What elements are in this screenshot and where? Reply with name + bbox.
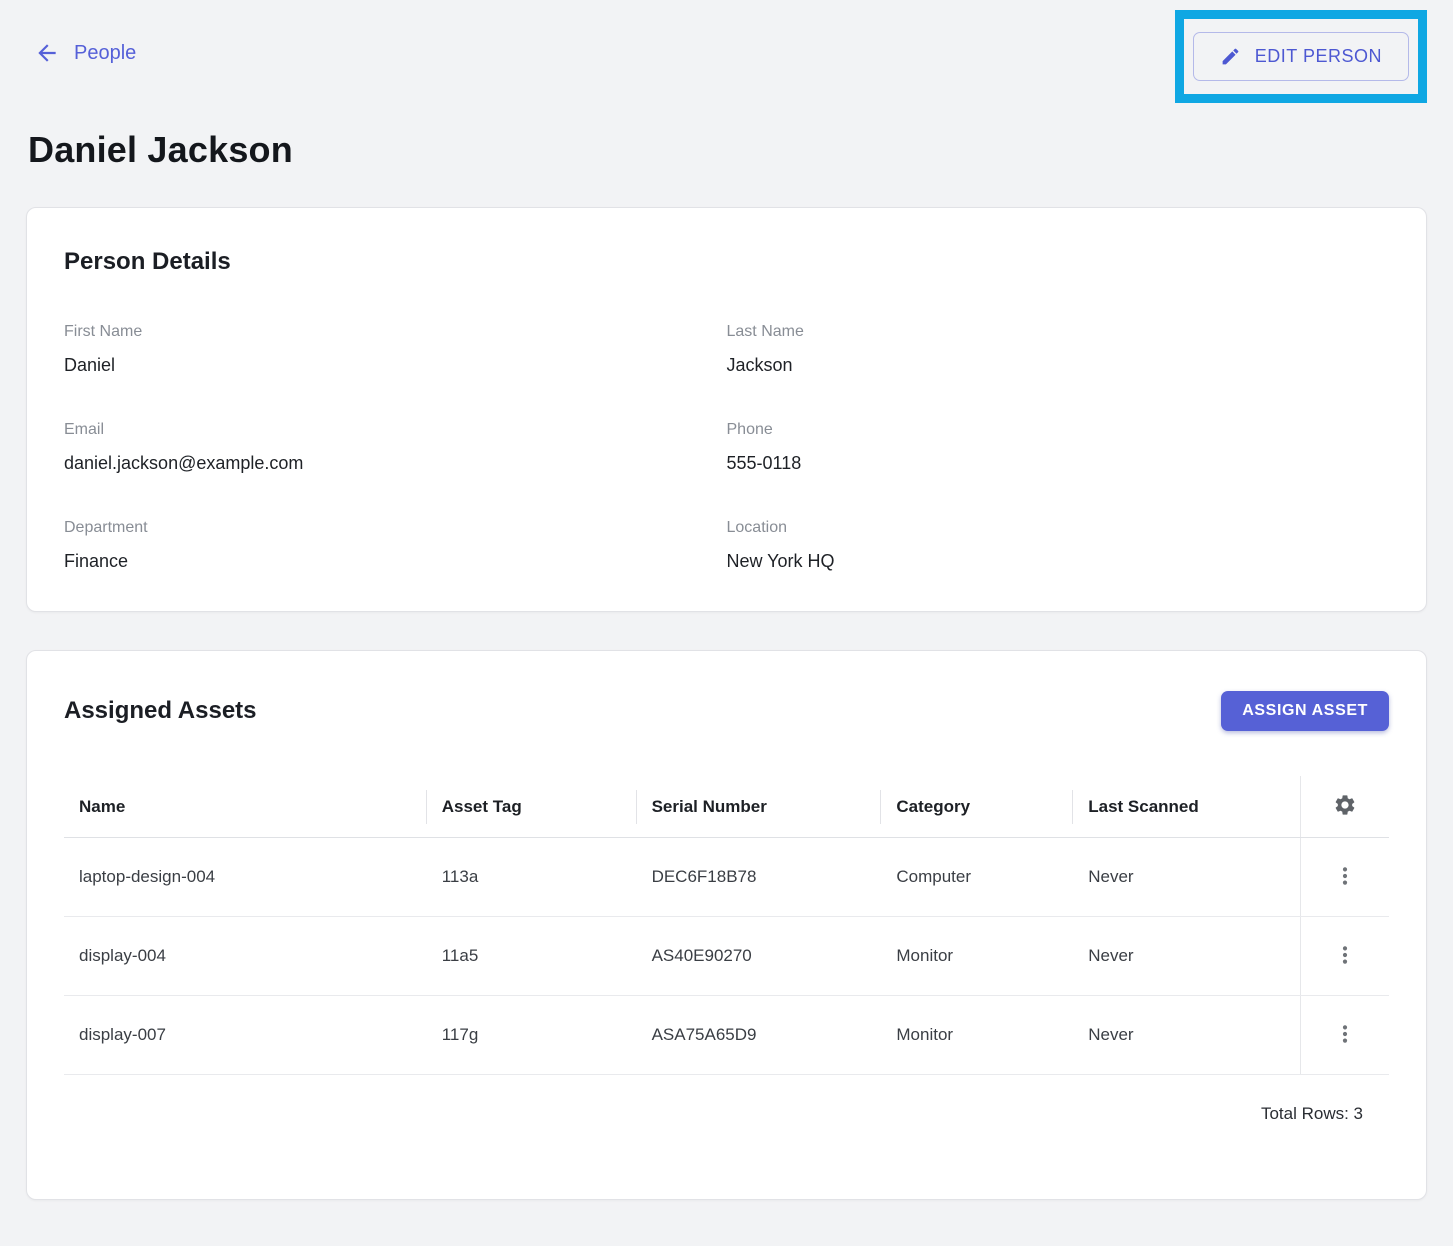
row-actions-cell [1300,838,1389,916]
kebab-menu-icon [1333,864,1357,891]
field-last-name: Last Name Jackson [727,322,1390,378]
field-value: New York HQ [727,548,1390,574]
cell-name: laptop-design-004 [64,867,426,887]
table-row: laptop-design-004 113a DEC6F18B78 Comput… [64,838,1389,917]
field-label: First Name [64,322,727,342]
assets-table: Name Asset Tag Serial Number Category La… [64,776,1389,1153]
cell-category: Monitor [880,1025,1072,1045]
field-label: Last Name [727,322,1390,342]
cell-name: display-007 [64,1025,426,1045]
field-department: Department Finance [64,518,727,574]
field-value: daniel.jackson@example.com [64,450,727,476]
person-details-card: Person Details First Name Daniel Last Na… [26,207,1427,612]
column-header-category[interactable]: Category [880,776,1072,837]
edit-person-button-label: EDIT PERSON [1255,46,1382,67]
column-header-name[interactable]: Name [64,776,426,837]
assets-table-header: Name Asset Tag Serial Number Category La… [64,776,1389,838]
column-settings-button[interactable] [1325,787,1365,827]
cell-category: Monitor [880,946,1072,966]
back-to-people-link[interactable]: People [34,40,136,66]
column-settings-cell [1300,776,1389,837]
field-label: Location [727,518,1390,538]
kebab-menu-icon [1333,943,1357,970]
cell-last-scanned: Never [1072,946,1300,966]
field-location: Location New York HQ [727,518,1390,574]
kebab-menu-icon [1333,1022,1357,1049]
cell-asset-tag: 117g [426,1025,636,1045]
table-row: display-007 117g ASA75A65D9 Monitor Neve… [64,996,1389,1075]
table-row: display-004 11a5 AS40E90270 Monitor Neve… [64,917,1389,996]
pencil-icon [1220,46,1241,67]
gear-icon [1333,793,1357,820]
total-rows-label: Total Rows: 3 [1261,1104,1363,1124]
row-actions-cell [1300,996,1389,1074]
cell-serial-number: AS40E90270 [636,946,881,966]
annotation-highlight-box: EDIT PERSON [1175,10,1427,103]
field-email: Email daniel.jackson@example.com [64,420,727,476]
cell-asset-tag: 113a [426,867,636,887]
row-menu-button[interactable] [1325,936,1365,976]
person-detail-page: People EDIT PERSON Daniel Jackson Person… [0,0,1453,1200]
field-phone: Phone 555-0118 [727,420,1390,476]
field-value: Daniel [64,352,727,378]
assign-asset-button[interactable]: ASSIGN ASSET [1221,691,1389,731]
field-label: Department [64,518,727,538]
cell-asset-tag: 11a5 [426,946,636,966]
assigned-assets-title: Assigned Assets [64,697,257,725]
page-title: Daniel Jackson [28,129,1427,171]
field-value: Finance [64,548,727,574]
cell-name: display-004 [64,946,426,966]
cell-category: Computer [880,867,1072,887]
edit-person-button[interactable]: EDIT PERSON [1193,32,1409,81]
cell-serial-number: ASA75A65D9 [636,1025,881,1045]
person-details-title: Person Details [64,248,1389,276]
column-header-serial-number[interactable]: Serial Number [636,776,881,837]
assigned-assets-header: Assigned Assets ASSIGN ASSET [64,691,1389,731]
assigned-assets-card: Assigned Assets ASSIGN ASSET Name Asset … [26,650,1427,1200]
cell-serial-number: DEC6F18B78 [636,867,881,887]
column-header-asset-tag[interactable]: Asset Tag [426,776,636,837]
row-menu-button[interactable] [1325,1015,1365,1055]
column-header-last-scanned[interactable]: Last Scanned [1072,776,1300,837]
back-link-label: People [74,42,136,65]
cell-last-scanned: Never [1072,1025,1300,1045]
row-actions-cell [1300,917,1389,995]
cell-last-scanned: Never [1072,867,1300,887]
field-first-name: First Name Daniel [64,322,727,378]
row-menu-button[interactable] [1325,857,1365,897]
back-arrow-icon [34,40,60,66]
field-label: Phone [727,420,1390,440]
field-value: Jackson [727,352,1390,378]
top-bar: People EDIT PERSON [26,0,1427,105]
table-footer: Total Rows: 3 [64,1075,1389,1153]
field-label: Email [64,420,727,440]
person-details-fields: First Name Daniel Last Name Jackson Emai… [64,322,1389,574]
field-value: 555-0118 [727,450,1390,476]
